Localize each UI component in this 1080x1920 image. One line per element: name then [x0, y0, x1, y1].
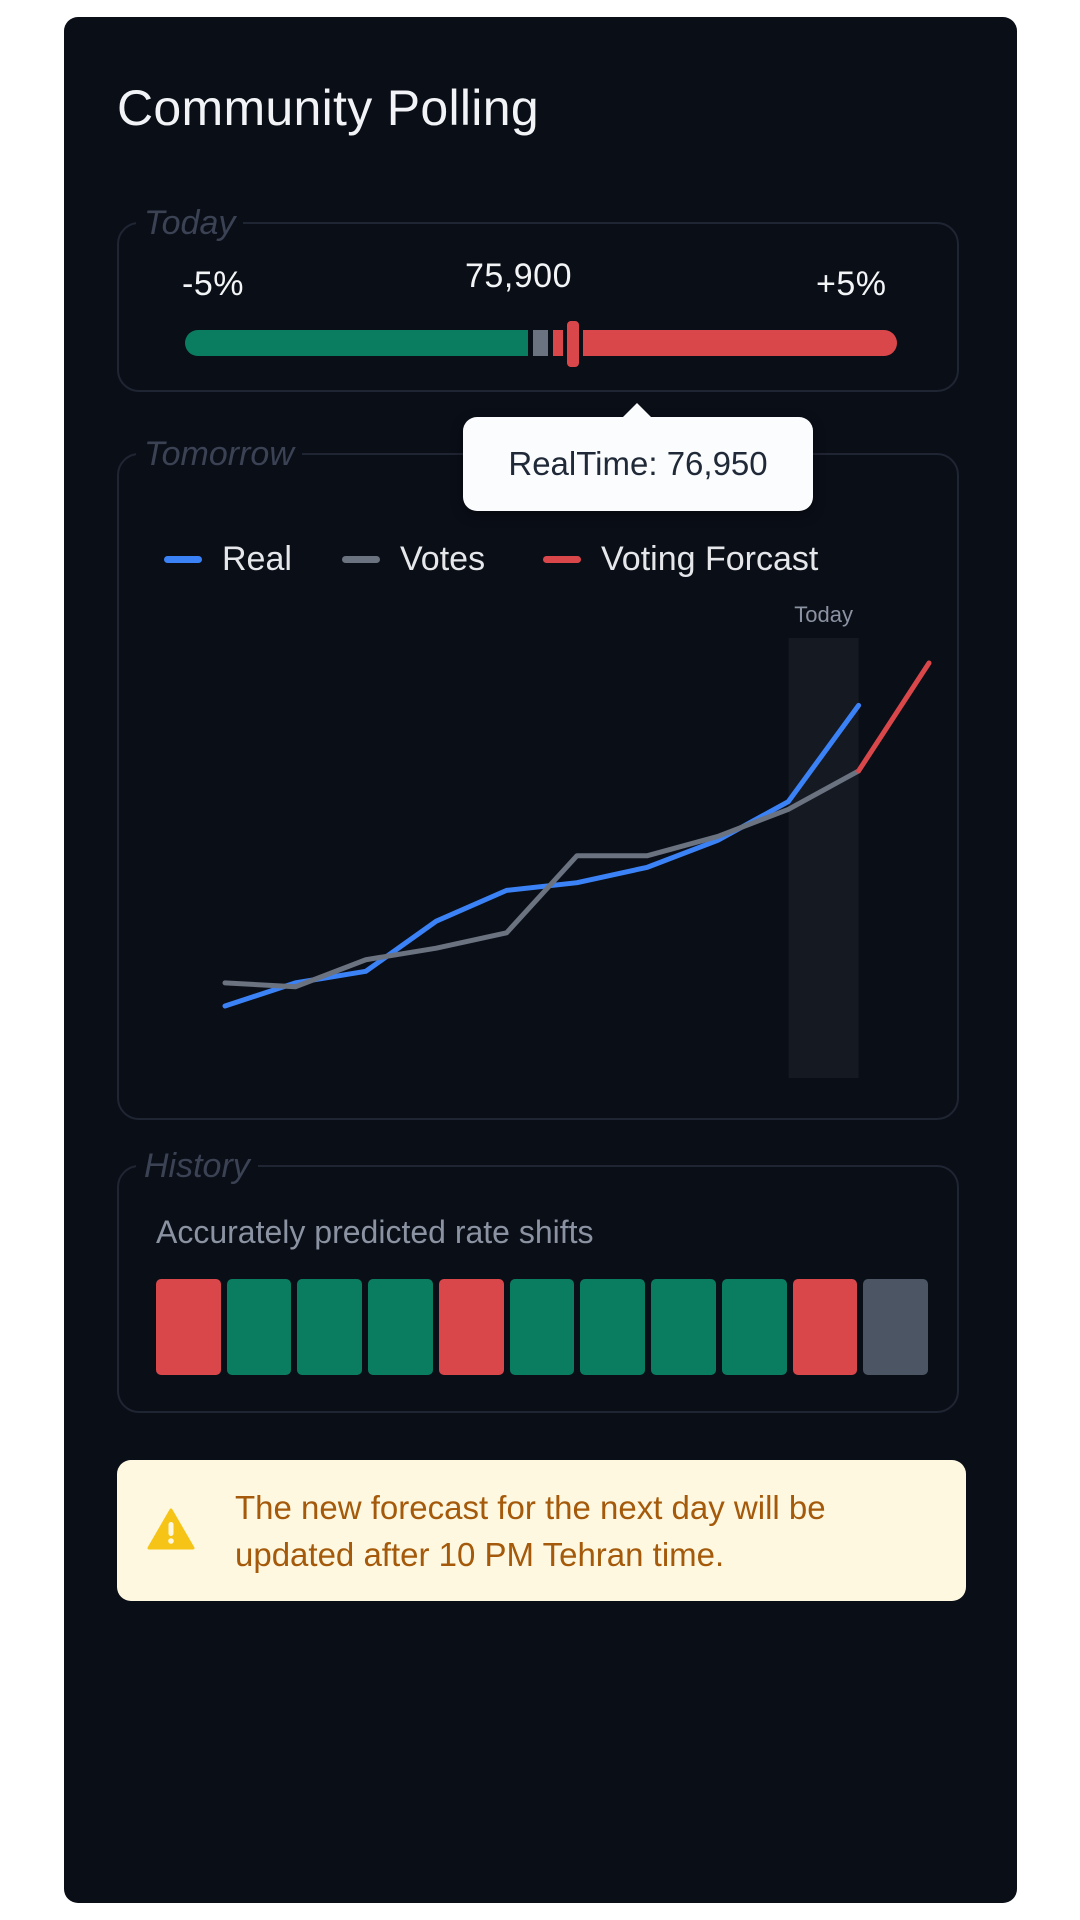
legend-item-forecast[interactable]: Voting Forcast	[543, 537, 818, 581]
legend-label-forecast: Voting Forcast	[601, 539, 819, 578]
page-title: Community Polling	[117, 80, 539, 136]
history-cell-hit	[226, 1279, 292, 1375]
series-line-votes	[222, 768, 862, 990]
forecast-notice-text: The new forecast for the next day will b…	[235, 1489, 826, 1573]
today-value-label: 75,900	[465, 257, 572, 295]
history-cell-hit	[651, 1279, 716, 1375]
history-cell-hit	[509, 1279, 575, 1375]
slider-negative-segment	[185, 330, 528, 356]
series-line-real	[222, 702, 862, 1009]
warning-icon	[147, 1508, 195, 1550]
today-legend: Today	[144, 204, 236, 242]
legend-swatch-real	[164, 555, 202, 563]
legend-swatch-forecast	[543, 555, 581, 563]
slider-positive-segment	[553, 330, 897, 356]
scale-max-label: +5%	[816, 265, 887, 303]
realtime-tooltip: RealTime: 76,950	[463, 403, 813, 511]
slider-thumb[interactable]	[563, 317, 583, 371]
history-legend: History	[144, 1147, 250, 1185]
history-bar	[156, 1279, 929, 1375]
forecast-line-chart: Today	[222, 602, 932, 1078]
legend-swatch-votes	[342, 555, 380, 563]
legend-item-real[interactable]: Real	[164, 537, 292, 581]
history-caption: Accurately predicted rate shifts	[156, 1214, 594, 1250]
scale-min-label: -5%	[182, 265, 244, 303]
legend-label-real: Real	[222, 539, 292, 578]
history-cell-miss	[156, 1279, 221, 1375]
today-highlight-label: Today	[794, 602, 853, 627]
history-cell-hit	[368, 1279, 433, 1375]
history-cell-hit	[580, 1279, 646, 1375]
series-line-voting-forcast	[856, 660, 932, 774]
history-cell-hit	[297, 1279, 363, 1375]
history-cell-hit	[721, 1279, 787, 1375]
tomorrow-legend: Tomorrow	[144, 435, 294, 473]
legend-item-votes[interactable]: Votes	[342, 537, 485, 581]
forecast-notice: The new forecast for the next day will b…	[117, 1460, 966, 1601]
rate-slider-track[interactable]	[185, 330, 897, 356]
today-highlight-band	[788, 638, 859, 1078]
legend-label-votes: Votes	[400, 539, 486, 578]
history-cell-pending	[863, 1279, 929, 1375]
slider-neutral-segment	[533, 330, 548, 356]
community-polling-panel: Community Polling Today -5% 75,900 +5% T…	[64, 17, 1017, 1903]
history-cell-miss	[438, 1279, 504, 1375]
history-cell-miss	[792, 1279, 858, 1375]
